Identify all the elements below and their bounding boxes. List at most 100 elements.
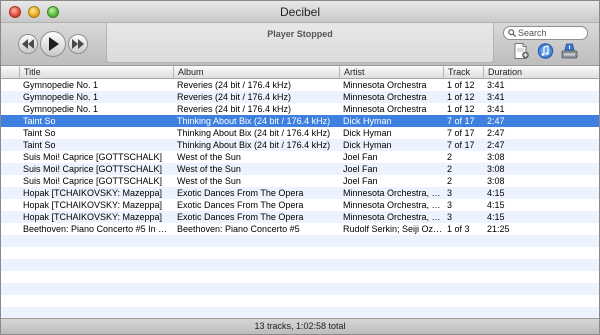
table-row[interactable]: Gymnopedie No. 1 Reveries (24 bit / 176.4… — [1, 79, 599, 91]
duration-cell: 4:15 — [487, 212, 505, 222]
next-track-button[interactable] — [68, 34, 88, 54]
title-bar[interactable]: Decibel — [1, 1, 599, 23]
album-cell: Thinking About Bix (24 bit / 176.4 kHz) — [177, 116, 331, 126]
album-cell: Reveries (24 bit / 176.4 kHz) — [177, 92, 292, 102]
window-title: Decibel — [279, 5, 321, 19]
track-cell: 2 — [447, 176, 453, 186]
duration-cell: 4:15 — [487, 200, 505, 210]
track-table: Title Album Artist Track Duration Gymnop… — [1, 66, 599, 319]
empty-row — [1, 247, 599, 259]
track-cell: 7 of 17 — [447, 140, 475, 150]
library-summary: 13 tracks, 1:02:58 total — [254, 321, 346, 331]
title-cell: Gymnopedie No. 1 — [23, 80, 99, 90]
track-cell: 7 of 17 — [447, 116, 475, 126]
table-row-selected[interactable]: Taint So Thinking About Bix (24 bit / 176… — [1, 115, 599, 127]
table-row[interactable]: Suis Moi! Caprice [GOTTSCHALK] West of th… — [1, 175, 599, 187]
duration-cell: 3:41 — [487, 80, 505, 90]
album-cell: Exotic Dances From The Opera — [177, 188, 304, 198]
duration-cell: 2:47 — [487, 140, 505, 150]
toolbar: Player Stopped — [1, 23, 599, 66]
album-cell: West of the Sun — [177, 152, 241, 162]
empty-row — [1, 271, 599, 283]
artist-cell: Rudolf Serkin; Seiji Oza... — [343, 224, 443, 234]
album-cell: West of the Sun — [177, 164, 241, 174]
track-cell: 1 of 12 — [447, 92, 475, 102]
drive-icon[interactable] — [561, 43, 578, 59]
search-field[interactable] — [503, 26, 588, 40]
column-header-artist[interactable]: Artist — [339, 66, 443, 79]
artist-cell: Dick Hyman — [343, 128, 392, 138]
empty-row — [1, 235, 599, 247]
track-cell: 3 — [447, 212, 453, 222]
table-row[interactable]: Suis Moi! Caprice [GOTTSCHALK] West of th… — [1, 163, 599, 175]
table-row[interactable]: Hopak [TCHAIKOVSKY: Mazeppa] Exotic Dance… — [1, 199, 599, 211]
track-cell: 1 of 3 — [447, 224, 470, 234]
search-icon — [508, 29, 516, 37]
artist-cell: Minnesota Orchestra, E... — [343, 188, 443, 198]
album-cell: Beethoven: Piano Concerto #5 — [177, 224, 300, 234]
artist-cell: Minnesota Orchestra — [343, 104, 427, 114]
album-cell: Thinking About Bix (24 bit / 176.4 kHz) — [177, 140, 331, 150]
app-window: Decibel Player Stopped Search Title Albu… — [0, 0, 600, 335]
table-row[interactable]: Gymnopedie No. 1 Reveries (24 bit / 176.4… — [1, 91, 599, 103]
album-cell: Reveries (24 bit / 176.4 kHz) — [177, 104, 292, 114]
table-row[interactable]: Taint So Thinking About Bix (24 bit / 176… — [1, 127, 599, 139]
duration-cell: 4:15 — [487, 188, 505, 198]
artist-cell: Dick Hyman — [343, 140, 392, 150]
duration-cell: 21:25 — [487, 224, 510, 234]
column-header-duration[interactable]: Duration — [483, 66, 599, 79]
previous-track-icon — [22, 39, 34, 49]
player-status: Player Stopped — [267, 29, 333, 39]
duration-cell: 3:08 — [487, 152, 505, 162]
status-bar: 13 tracks, 1:02:58 total — [1, 318, 599, 334]
play-icon — [49, 37, 59, 51]
duration-cell: 2:47 — [487, 128, 505, 138]
title-cell: Suis Moi! Caprice [GOTTSCHALK] — [23, 152, 163, 162]
table-row[interactable]: Hopak [TCHAIKOVSKY: Mazeppa] Exotic Dance… — [1, 187, 599, 199]
album-cell: Exotic Dances From The Opera — [177, 200, 304, 210]
title-cell: Suis Moi! Caprice [GOTTSCHALK] — [23, 176, 163, 186]
empty-row — [1, 295, 599, 307]
table-row[interactable]: Suis Moi! Caprice [GOTTSCHALK] West of th… — [1, 151, 599, 163]
table-row[interactable]: Hopak [TCHAIKOVSKY: Mazeppa] Exotic Dance… — [1, 211, 599, 223]
title-cell: Gymnopedie No. 1 — [23, 92, 99, 102]
duration-cell: 3:08 — [487, 176, 505, 186]
track-cell: 2 — [447, 164, 453, 174]
table-row[interactable]: Taint So Thinking About Bix (24 bit / 176… — [1, 139, 599, 151]
empty-row — [1, 259, 599, 271]
track-cell: 7 of 17 — [447, 128, 475, 138]
player-status-panel: Player Stopped — [106, 23, 494, 63]
itunes-icon[interactable] — [537, 43, 554, 59]
album-cell: Reveries (24 bit / 176.4 kHz) — [177, 80, 292, 90]
duration-cell: 3:41 — [487, 104, 505, 114]
track-cell: 1 of 12 — [447, 80, 475, 90]
add-file-icon[interactable] — [513, 43, 530, 59]
artist-cell: Joel Fan — [343, 176, 378, 186]
table-row[interactable]: Beethoven: Piano Concerto #5 In E Fl... B… — [1, 223, 599, 235]
artist-cell: Minnesota Orchestra — [343, 92, 427, 102]
track-cell: 2 — [447, 152, 453, 162]
search-input[interactable] — [518, 27, 584, 39]
column-header-track[interactable]: Track — [443, 66, 483, 79]
column-header-title[interactable]: Title — [19, 66, 173, 79]
title-cell: Beethoven: Piano Concerto #5 In E Fl... — [23, 224, 173, 234]
title-cell: Taint So — [23, 128, 56, 138]
table-header: Title Album Artist Track Duration — [1, 66, 599, 79]
title-cell: Gymnopedie No. 1 — [23, 104, 99, 114]
duration-cell: 3:08 — [487, 164, 505, 174]
duration-cell: 3:41 — [487, 92, 505, 102]
previous-track-button[interactable] — [18, 34, 38, 54]
track-cell: 3 — [447, 188, 453, 198]
column-header-album[interactable]: Album — [173, 66, 339, 79]
empty-row — [1, 283, 599, 295]
duration-cell: 2:47 — [487, 116, 505, 126]
title-cell: Suis Moi! Caprice [GOTTSCHALK] — [23, 164, 163, 174]
title-cell: Taint So — [23, 116, 56, 126]
next-track-icon — [72, 39, 84, 49]
table-row[interactable]: Gymnopedie No. 1 Reveries (24 bit / 176.4… — [1, 103, 599, 115]
play-button[interactable] — [40, 31, 66, 57]
column-header-status[interactable] — [1, 66, 19, 79]
title-cell: Taint So — [23, 140, 56, 150]
artist-cell: Minnesota Orchestra — [343, 80, 427, 90]
album-cell: Thinking About Bix (24 bit / 176.4 kHz) — [177, 128, 331, 138]
